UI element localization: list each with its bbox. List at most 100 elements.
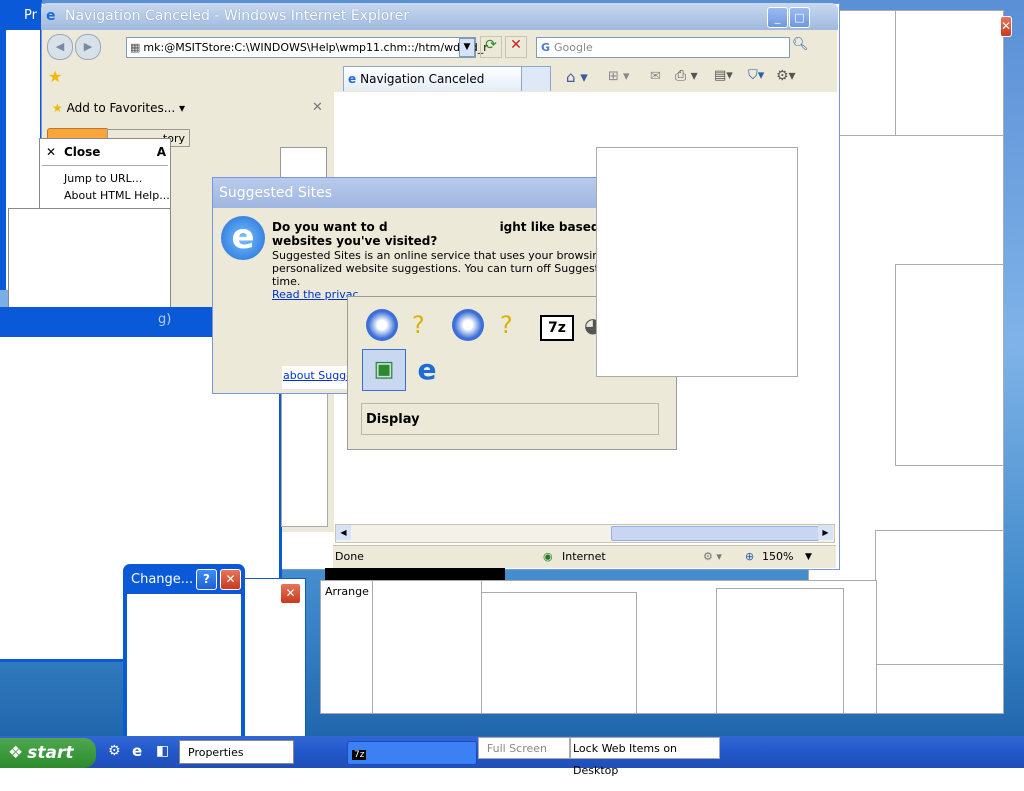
protected-mode-icon[interactable]: ⚙ ▾ [703, 546, 722, 568]
refresh-icon[interactable]: ⟳ [480, 36, 502, 58]
start-label: start [27, 743, 74, 763]
internet-options-icon[interactable]: e [412, 353, 442, 386]
search-placeholder: Google [554, 41, 593, 54]
menu-close-accel: A [156, 145, 166, 159]
safety-icon[interactable]: ⛉▾ [748, 68, 764, 83]
blank-panel-4 [875, 530, 1004, 665]
stop-icon[interactable]: ✕ [505, 36, 527, 58]
search-icon[interactable]: 🔍︎ [792, 37, 809, 56]
home-icon[interactable]: ⌂ ▾ [566, 68, 588, 86]
google-icon: G [541, 41, 551, 54]
ie-titlebar: e Navigation Canceled - Windows Internet… [41, 3, 838, 30]
display-icon[interactable]: ▣ [362, 349, 406, 391]
page-menu-icon[interactable]: ▤▾ [714, 68, 733, 83]
arrange-icons-item[interactable]: Arrange I [325, 585, 376, 598]
taskbar-properties-label: Properties [188, 746, 244, 759]
close-button-2[interactable]: ✕ [280, 583, 301, 604]
menu-item-jump[interactable]: Jump to URL... [40, 170, 170, 187]
media-player-shortcut-icon[interactable]: ▶ [366, 309, 398, 341]
taskbar-cmd-button[interactable]: 7z C:\DOCUME~1\Dartz. [347, 741, 477, 785]
ie-large-icon: e [221, 216, 265, 260]
close-x-icon: ✕ [46, 145, 57, 159]
add-favorites-button[interactable]: ★ Add to Favorites... ▾ [52, 101, 185, 115]
add-favorites-label: Add to Favorites... [66, 101, 176, 115]
scroll-left-arrow[interactable]: ◀ [336, 525, 351, 540]
zoom-icon[interactable]: ⊕ [745, 546, 754, 568]
favorites-star-icon[interactable]: ★ [48, 67, 62, 86]
blank-rect-c [480, 592, 637, 714]
blank-rect-e [372, 580, 482, 714]
dialog-body-3: time. [272, 275, 301, 288]
back-button[interactable]: ◀ [47, 34, 73, 60]
change-dialog-body [127, 594, 241, 736]
dialog-body-2: personalized website suggestions. You ca… [272, 262, 644, 275]
quicklaunch-ie-icon[interactable]: e [132, 742, 142, 760]
zoom-level[interactable]: 150% [762, 546, 793, 568]
address-text: mk:@MSITStore:C:\WINDOWS\Help\wmp11.chm:… [143, 41, 488, 54]
privacy-link[interactable]: Read the privac [272, 288, 359, 301]
horizontal-scrollbar[interactable]: ◀ ▶ [335, 524, 835, 543]
close-icon[interactable]: ✕ [1000, 16, 1012, 37]
menu-close-label: Close [64, 145, 101, 159]
taskbar-properties-button[interactable]: Properties [179, 740, 294, 764]
taskbar-cmd-label: C:\DOCUME~1\Dartz. [352, 772, 470, 785]
lock-web-items-item[interactable]: Lock Web Items on Desktop [570, 737, 720, 777]
zoom-dropdown-icon[interactable]: ▼ [805, 546, 812, 568]
lock-web-items-label: Lock Web Items on Desktop [573, 742, 678, 777]
seven-zip-icon[interactable]: 7z [540, 315, 574, 341]
bg-window-title: Pr [24, 8, 37, 23]
menu-separator [42, 165, 168, 166]
minimize-button[interactable]: _ [767, 7, 788, 28]
black-bar [325, 568, 505, 580]
menu-item-close[interactable]: ✕ Close A [40, 139, 170, 161]
ie-logo-icon: e [46, 8, 56, 24]
blank-rect-d [716, 588, 844, 714]
status-bar: Done ◉ Internet ⚙ ▾ ⊕ 150% ▼ [333, 545, 836, 568]
window-title: Navigation Canceled - Windows Internet E… [65, 8, 410, 24]
change-close-button[interactable]: ✕ [220, 569, 241, 590]
new-tab-button[interactable] [521, 66, 551, 91]
dialog-question-line2: websites you've visited? [272, 234, 438, 248]
status-text: Done [335, 550, 364, 563]
dialog-question: Do you want to d ight like based on [272, 220, 620, 234]
print-icon[interactable]: ⎙ ▾ [675, 68, 698, 84]
feeds-icon[interactable]: ⊞ ▾ [608, 69, 630, 84]
pane-close-icon[interactable]: ✕ [312, 100, 323, 115]
address-dropdown-button[interactable]: ▼ [459, 38, 475, 57]
question-head: Do you want to d [272, 220, 388, 234]
quicklaunch-icon-1[interactable]: ⚙ [108, 743, 121, 759]
tab-label: Navigation Canceled [360, 72, 485, 86]
page-icon: ▦ [130, 41, 141, 54]
fullscreen-label: Full Screen [486, 742, 547, 755]
help-file-icon[interactable]: ? [412, 311, 425, 339]
tab-ie-icon: e [348, 72, 357, 86]
dialog-body-1: Suggested Sites is an online service tha… [272, 249, 648, 262]
start-button[interactable]: ❖ start [0, 738, 96, 768]
address-bar[interactable]: ▦ mk:@MSITStore:C:\WINDOWS\Help\wmp11.chm… [126, 37, 488, 58]
search-input[interactable]: G Google [536, 37, 790, 58]
scroll-thumb[interactable] [611, 526, 819, 541]
context-menu: ✕ Close A Jump to URL... About HTML Help… [39, 138, 171, 210]
globe-icon: ◉ [543, 550, 553, 563]
about-link[interactable]: about Sugge [283, 369, 353, 382]
fullscreen-item[interactable]: Full Screen [478, 737, 570, 759]
tools-gear-icon[interactable]: ⚙▾ [776, 68, 796, 84]
blank-panel-2 [895, 10, 1004, 136]
scroll-right-arrow[interactable]: ▶ [818, 525, 833, 540]
add-favorites-star-icon: ★ [52, 101, 63, 115]
zone-label: Internet [562, 550, 606, 563]
menu-item-about[interactable]: About HTML Help... [40, 187, 170, 204]
help-file-icon-2[interactable]: ? [500, 311, 513, 339]
mail-icon[interactable]: ✉ [650, 69, 661, 84]
blank-overlay [596, 147, 798, 377]
change-help-button[interactable]: ? [196, 569, 217, 590]
media-player-icon[interactable]: ▶ [452, 309, 484, 341]
maximize-button[interactable]: □ [789, 7, 810, 28]
blank-panel-3 [895, 264, 1004, 466]
quicklaunch-icon-3[interactable]: ◧ [156, 743, 169, 759]
selected-item-label: Display [361, 403, 659, 435]
sevenzip-small-icon: 7z [352, 750, 367, 760]
forward-button[interactable]: ▶ [75, 34, 101, 60]
windows-flag-icon: ❖ [8, 743, 24, 763]
tab-navigation-canceled[interactable]: e Navigation Canceled [343, 66, 523, 91]
